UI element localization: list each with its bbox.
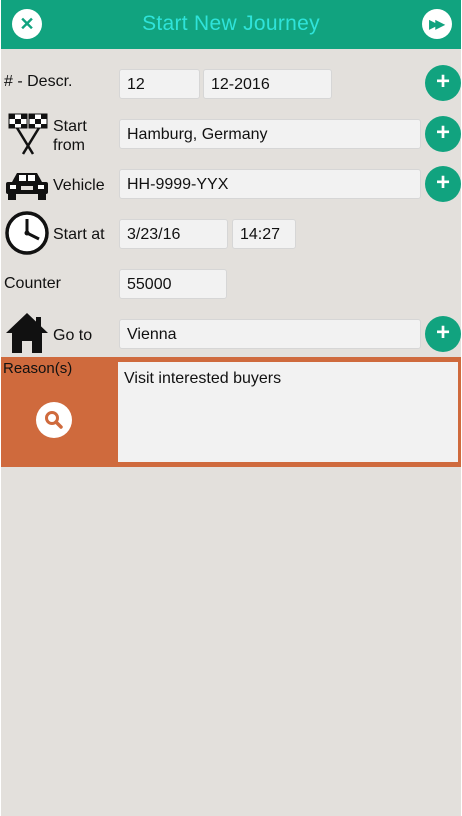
- reasons-panel: Reason(s) Visit interested buyers: [1, 357, 461, 467]
- reasons-textarea[interactable]: Visit interested buyers: [117, 361, 459, 463]
- vehicle-field[interactable]: HH-9999-YYX: [119, 169, 421, 199]
- plus-icon: +: [435, 319, 450, 346]
- add-descr-button[interactable]: +: [425, 65, 461, 101]
- reasons-label: Reason(s): [3, 360, 73, 377]
- plus-icon: +: [435, 169, 450, 196]
- destination-field[interactable]: Vienna: [119, 319, 421, 349]
- page-title: Start New Journey: [142, 12, 320, 35]
- start-date-field[interactable]: 3/23/16: [119, 219, 228, 249]
- clock-icon: [5, 211, 49, 255]
- next-button[interactable]: ▶▶: [422, 9, 452, 39]
- counter-field[interactable]: 55000: [119, 269, 227, 299]
- start-time-field[interactable]: 14:27: [232, 219, 296, 249]
- add-destination-button[interactable]: +: [425, 316, 461, 352]
- start-location-field[interactable]: Hamburg, Germany: [119, 119, 421, 149]
- add-vehicle-button[interactable]: +: [425, 166, 461, 202]
- go-to-label: Go to: [53, 327, 93, 344]
- reasons-search-button[interactable]: [36, 402, 72, 438]
- start-journey-screen: ✕ Start New Journey ▶▶ # - Descr. 12 12-…: [1, 0, 461, 816]
- plus-icon: +: [435, 68, 450, 95]
- search-icon: [45, 411, 63, 429]
- fast-forward-icon: ▶▶: [429, 17, 445, 31]
- house-icon: [6, 313, 48, 353]
- start-from-label: Start from: [53, 118, 87, 154]
- journey-number-field[interactable]: 12: [119, 69, 200, 99]
- header-bar: ✕ Start New Journey ▶▶: [1, 0, 461, 49]
- vehicle-label: Vehicle: [53, 177, 105, 194]
- journey-code-field[interactable]: 12-2016: [203, 69, 332, 99]
- descr-label: # - Descr.: [4, 73, 73, 90]
- start-at-label: Start at: [53, 226, 105, 243]
- plus-icon: +: [435, 119, 450, 146]
- checkered-flags-icon: [8, 113, 48, 155]
- add-start-location-button[interactable]: +: [425, 116, 461, 152]
- counter-label: Counter: [4, 275, 61, 292]
- car-icon: [6, 173, 48, 200]
